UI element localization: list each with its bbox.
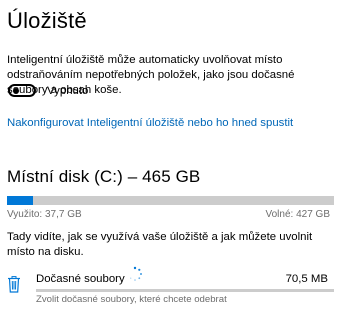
storage-sense-toggle[interactable] [8,84,36,97]
category-usage-bar [36,289,334,292]
toggle-knob [13,88,19,94]
disk-title: Místní disk (C:) – 465 GB [7,167,201,186]
category-temp-files-description: Zvolit dočasné soubory, které chcete ode… [36,294,227,305]
configure-storage-sense-link[interactable]: Nakonfigurovat Inteligentní úložiště neb… [7,116,293,130]
category-temp-files-label[interactable]: Dočasné soubory [36,272,125,286]
used-space-label: Využito: 37,7 GB [7,209,82,220]
page-title: Úložiště [7,8,87,33]
storage-info-text: Tady vidíte, jak se využívá vaše úložišt… [7,231,313,258]
disk-usage-fill [7,196,34,205]
trash-icon [7,276,21,293]
category-temp-files-size: 70,5 MB [285,273,328,285]
free-space-label: Volné: 427 GB [265,209,331,220]
toggle-state-label: Vypnuto [47,85,89,97]
disk-usage-bar [7,196,334,205]
loading-spinner-icon [127,266,143,282]
